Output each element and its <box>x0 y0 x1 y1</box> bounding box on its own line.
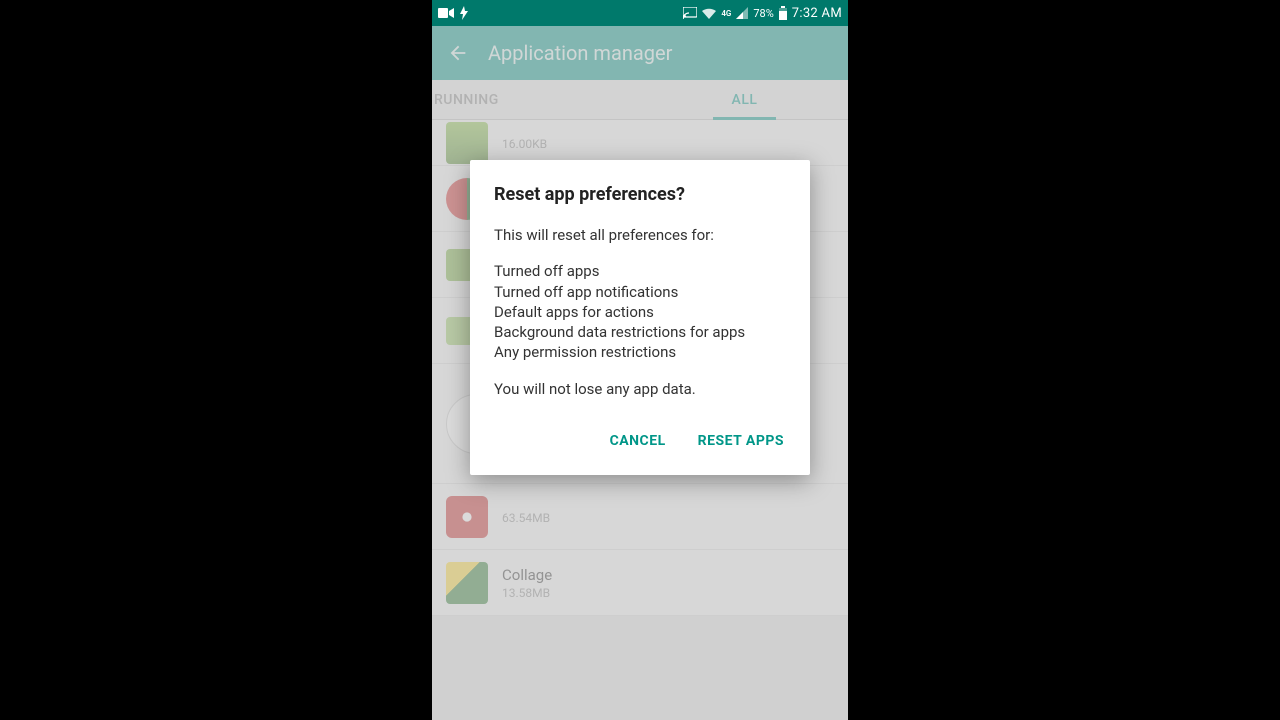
dialog-bullet: Any permission restrictions <box>494 342 786 362</box>
dialog-body: This will reset all preferences for: Tur… <box>494 225 786 399</box>
cancel-button[interactable]: CANCEL <box>608 425 668 457</box>
dialog-bullet: Turned off apps <box>494 261 786 281</box>
bolt-icon <box>460 6 468 20</box>
dialog-intro-text: This will reset all preferences for: <box>494 225 786 245</box>
battery-percent: 78% <box>753 7 773 20</box>
wifi-icon <box>702 7 716 19</box>
reset-apps-button[interactable]: RESET APPS <box>696 425 786 457</box>
dialog-footer-text: You will not lose any app data. <box>494 379 786 399</box>
signal-icon <box>736 7 748 19</box>
video-icon <box>438 8 454 18</box>
status-bar: 4G 78% 7:32 AM <box>432 0 848 26</box>
cast-icon <box>683 7 697 19</box>
network-4g-icon: 4G <box>721 9 731 18</box>
dialog-bullet: Default apps for actions <box>494 302 786 322</box>
dialog-bullet: Background data restrictions for apps <box>494 322 786 342</box>
dialog-bullet: Turned off app notifications <box>494 282 786 302</box>
clock-text: 7:32 AM <box>792 6 842 21</box>
battery-icon <box>779 6 787 20</box>
dialog-title: Reset app preferences? <box>494 184 786 205</box>
dialog-actions: CANCEL RESET APPS <box>494 425 786 463</box>
reset-preferences-dialog: Reset app preferences? This will reset a… <box>470 160 810 475</box>
phone-frame: 4G 78% 7:32 AM Application manager RUNNI… <box>432 0 848 720</box>
